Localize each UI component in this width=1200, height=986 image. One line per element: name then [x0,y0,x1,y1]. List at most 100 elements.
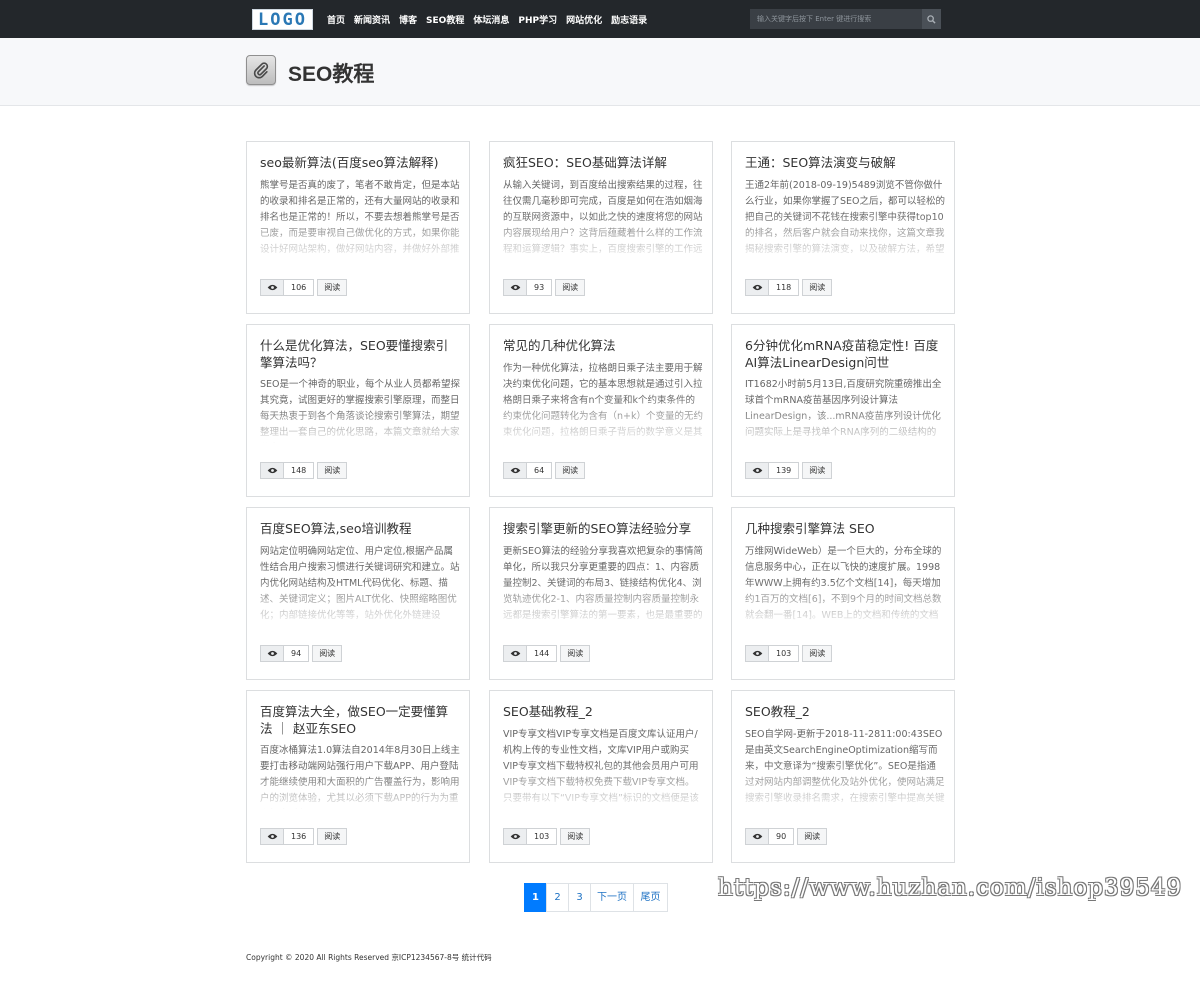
page-3-link[interactable]: 3 [568,883,591,912]
view-count: 94 [291,649,302,658]
read-button[interactable]: 阅读 [560,645,591,662]
article-title[interactable]: 搜索引擎更新的SEO算法经验分享 [503,520,703,537]
article-title[interactable]: SEO教程_2 [745,703,945,720]
page-2-link[interactable]: 2 [546,883,569,912]
view-count-badge: 148 [260,462,315,479]
view-count-badge: 144 [503,645,558,662]
nav-item-quotes[interactable]: 励志语录 [611,13,647,26]
article-excerpt: 万维网WideWeb）是一个巨大的，分布全球的信息服务中心，正在以飞快的速度扩展… [745,546,942,621]
view-count: 148 [291,466,307,475]
article-card: seo最新算法(百度seo算法解释) 熊掌号是否真的废了，笔者不敢肯定，但是本站… [246,141,470,314]
article-excerpt: 作为一种优化算法，拉格朗日乘子法主要用于解决约束优化问题，它的基本思想就是通过引… [503,363,703,438]
article-card: 百度SEO算法,seo培训教程 网站定位明确网站定位、用户定位,根据产品属性结合… [246,507,470,680]
article-title[interactable]: 什么是优化算法，SEO要懂搜索引擎算法吗？ [260,337,460,371]
next-page-link[interactable]: 下一页 [590,883,634,912]
eye-icon [746,829,769,844]
read-button[interactable]: 阅读 [802,279,833,296]
read-button[interactable]: 阅读 [802,462,833,479]
article-title[interactable]: 百度SEO算法,seo培训教程 [260,520,460,537]
view-count: 136 [291,832,307,841]
view-count: 93 [534,283,545,292]
article-title[interactable]: 6分钟优化mRNA疫苗稳定性! 百度AI算法LinearDesign问世 [745,337,945,371]
read-button[interactable]: 阅读 [317,279,348,296]
view-count-badge: 136 [260,828,315,845]
article-card: 疯狂SEO：SEO基础算法详解 从输入关键词，到百度给出搜索结果的过程，往往仅需… [489,141,713,314]
article-actions: 103 阅读 [745,645,833,662]
search-input[interactable] [750,9,922,29]
last-page-link[interactable]: 尾页 [633,883,668,912]
view-count-badge: 103 [745,645,800,662]
view-count: 139 [776,466,792,475]
article-actions: 136 阅读 [260,828,348,845]
nav-item-php[interactable]: PHP学习 [518,13,557,26]
nav-item-home[interactable]: 首页 [327,13,345,26]
view-count: 144 [534,649,550,658]
article-title[interactable]: 常见的几种优化算法 [503,337,703,354]
article-title[interactable]: 王通：SEO算法演变与破解 [745,154,945,171]
view-count: 90 [776,832,787,841]
read-button[interactable]: 阅读 [317,828,348,845]
nav-item-site-optimization[interactable]: 网站优化 [566,13,602,26]
article-actions: 94 阅读 [260,645,343,662]
article-excerpt: SEO是一个神奇的职业，每个从业人员都希望探其究竟，试图更好的掌握搜索引擎原理，… [260,379,460,438]
article-excerpt: SEO自学网-更新于2018-11-2811:00:43SEO是由英文Searc… [745,729,945,804]
search-button[interactable] [922,9,941,29]
view-count: 103 [776,649,792,658]
eye-icon [504,646,527,661]
article-actions: 93 阅读 [503,279,586,296]
eye-icon [746,280,769,295]
article-excerpt: IT1682小时前5月13日,百度研究院重磅推出全球首个mRNA疫苗基因序列设计… [745,379,942,438]
article-title[interactable]: 疯狂SEO：SEO基础算法详解 [503,154,703,171]
read-button[interactable]: 阅读 [560,828,591,845]
eye-icon [261,280,284,295]
article-card: 王通：SEO算法演变与破解 王通2年前(2018-09-19)5489浏览不管你… [731,141,955,314]
article-card: 什么是优化算法，SEO要懂搜索引擎算法吗？ SEO是一个神奇的职业，每个从业人员… [246,324,470,497]
article-title[interactable]: 百度算法大全，做SEO一定要懂算法 ｜ 赵亚东SEO [260,703,460,737]
article-actions: 90 阅读 [745,828,828,845]
nav-item-sports[interactable]: 体坛消息 [473,13,509,26]
article-actions: 144 阅读 [503,645,591,662]
article-card: SEO教程_2 SEO自学网-更新于2018-11-2811:00:43SEO是… [731,690,955,863]
page-title: SEO教程 [288,63,375,86]
nav-item-seo-tutorial[interactable]: SEO教程 [426,13,464,26]
page-1-link[interactable]: 1 [524,883,547,912]
view-count-badge: 106 [260,279,315,296]
eye-icon [746,463,769,478]
article-card: 常见的几种优化算法 作为一种优化算法，拉格朗日乘子法主要用于解决约束优化问题，它… [489,324,713,497]
paperclip-icon [246,55,276,85]
article-excerpt: 网站定位明确网站定位、用户定位,根据产品属性结合用户搜索习惯进行关键词研究和建立… [260,546,460,621]
read-button[interactable]: 阅读 [317,462,348,479]
view-count-badge: 94 [260,645,310,662]
article-excerpt: 熊掌号是否真的废了，笔者不敢肯定，但是本站的收录和排名是正常的，还有大量网站的收… [260,180,460,255]
read-button[interactable]: 阅读 [802,645,833,662]
search-form [750,9,941,29]
article-card: 搜索引擎更新的SEO算法经验分享 更新SEO算法的经验分享我喜欢把复杂的事情简单… [489,507,713,680]
page-header: SEO教程 [0,38,1200,106]
read-button[interactable]: 阅读 [797,828,828,845]
view-count: 64 [534,466,545,475]
pagination: 1 2 3 下一页 尾页 [524,883,668,912]
article-actions: 139 阅读 [745,462,833,479]
nav-item-news[interactable]: 新闻资讯 [354,13,390,26]
main-nav: 首页 新闻资讯 博客 SEO教程 体坛消息 PHP学习 网站优化 励志语录 [327,0,656,38]
read-button[interactable]: 阅读 [312,645,343,662]
article-title[interactable]: 几种搜索引擎算法 SEO [745,520,945,537]
article-card: 百度算法大全，做SEO一定要懂算法 ｜ 赵亚东SEO 百度冰桶算法1.0算法自2… [246,690,470,863]
eye-icon [504,280,527,295]
view-count-badge: 93 [503,279,553,296]
read-button[interactable]: 阅读 [555,279,586,296]
view-count: 106 [291,283,307,292]
article-actions: 103 阅读 [503,828,591,845]
site-logo[interactable]: LOGO [252,9,313,30]
article-title[interactable]: SEO基础教程_2 [503,703,703,720]
logo-text: LOGO [258,9,307,30]
eye-icon [261,646,284,661]
top-navbar: LOGO 首页 新闻资讯 博客 SEO教程 体坛消息 PHP学习 网站优化 励志… [0,0,1200,38]
article-actions: 106 阅读 [260,279,348,296]
nav-item-blog[interactable]: 博客 [399,13,417,26]
article-title[interactable]: seo最新算法(百度seo算法解释) [260,154,460,171]
eye-icon [504,829,527,844]
read-button[interactable]: 阅读 [555,462,586,479]
view-count: 118 [776,283,792,292]
view-count-badge: 139 [745,462,800,479]
